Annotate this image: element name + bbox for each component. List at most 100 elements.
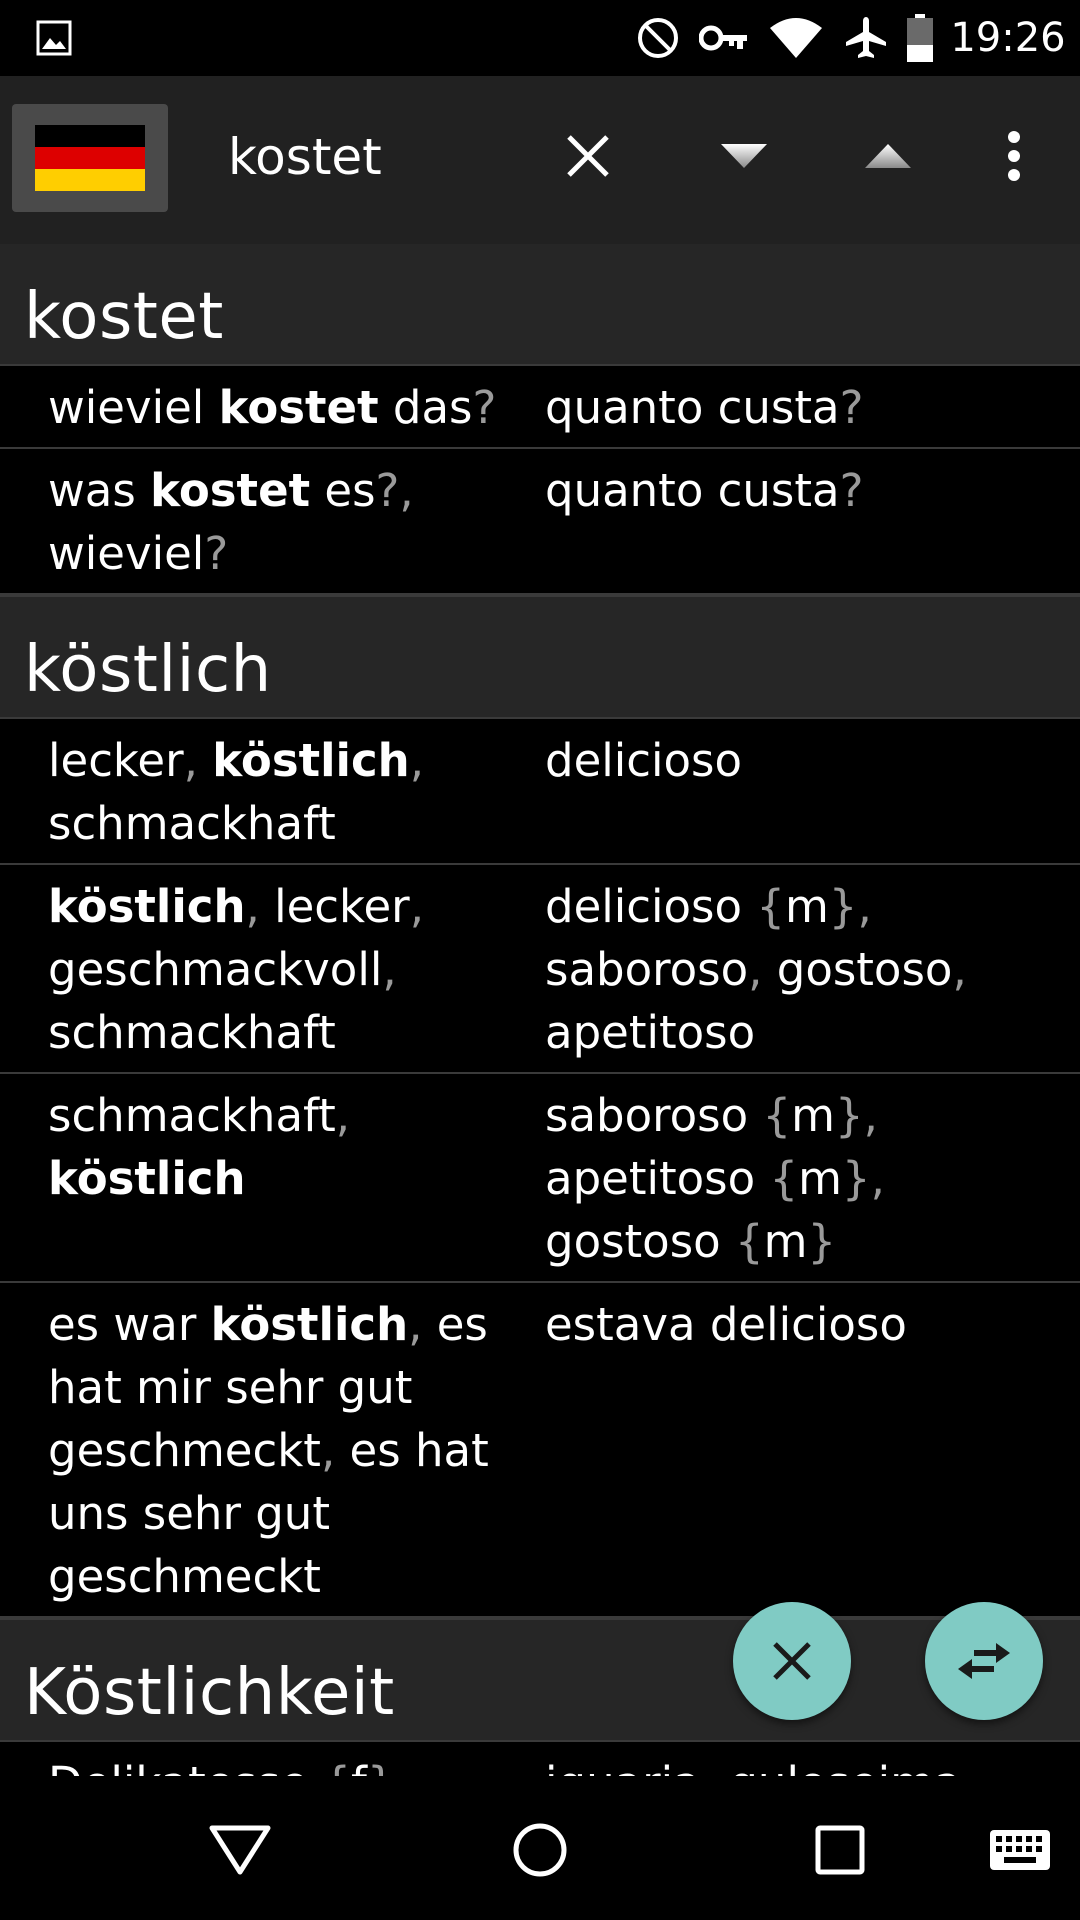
text-segment: { [762,1089,792,1142]
entry-headword: Köstlichkeit [24,1656,395,1730]
text-segment: , [870,1152,885,1205]
home-button[interactable] [490,1800,590,1900]
airplane-icon [840,10,892,66]
entry-header[interactable]: köstlich [0,595,1080,719]
app-toolbar [0,76,1080,244]
text-segment: , [952,943,967,996]
translation-row[interactable]: Delikatesse {f},iguaria, guloseima [0,1742,1080,1776]
text-segment: ? [472,381,497,434]
text-segment: , [857,880,872,933]
text-segment: , [396,1757,410,1776]
text-segment: m [763,1215,808,1268]
clear-fab-button[interactable] [733,1602,851,1720]
more-vert-icon [1008,131,1020,181]
german-phrase: köstlich, lecker, geschmackvoll, schmack… [0,875,545,1064]
text-segment: saboroso [545,943,749,996]
portuguese-translation: delicioso {m}, saboroso, gostoso, apetit… [545,875,1080,1064]
arrow-down-icon [721,144,767,168]
text-segment: es war [48,1298,211,1351]
text-segment: } [834,1089,864,1142]
text-segment: quanto custa [545,464,840,517]
text-segment: wieviel [48,381,219,434]
entry-headword: kostet [24,280,224,354]
text-segment: gostoso [776,943,953,996]
text-segment: kostet [218,381,379,434]
text-segment: } [367,1757,396,1776]
text-segment: , [748,943,777,996]
translation-row[interactable]: köstlich, lecker, geschmackvoll, schmack… [0,865,1080,1074]
vpn-key-icon [696,10,752,66]
text-segment: köstlich [48,1152,246,1205]
portuguese-translation: quanto custa? [545,376,1080,439]
text-segment: was [48,464,151,517]
text-segment: saboroso [545,1089,763,1142]
previous-result-button[interactable] [838,106,938,206]
clear-search-button[interactable] [538,106,638,206]
translation-row[interactable]: es war köstlich, es hat mir sehr gut ges… [0,1283,1080,1618]
text-segment: estava delicioso [545,1298,907,1351]
flag-stripe-red [35,147,145,169]
swap-horiz-icon [958,1643,1010,1679]
text-segment: { [322,1757,351,1776]
text-segment: m [798,1152,842,1205]
text-segment: m [791,1089,835,1142]
translation-row[interactable]: was kostet es?, wieviel? quanto custa? [0,449,1080,595]
entry-headword: köstlich [24,633,272,707]
image-icon [30,10,78,66]
german-phrase: schmackhaft, köstlich [0,1084,545,1273]
text-segment: , [335,1089,351,1142]
text-segment: { [756,880,785,933]
back-button[interactable] [190,1800,290,1900]
text-segment: gostoso [545,1215,721,1268]
text-segment: , [408,1298,437,1351]
germany-flag-icon [35,125,145,191]
next-result-button[interactable] [694,106,794,206]
text-segment: , [409,880,424,933]
text-segment: Delikatesse [48,1757,322,1776]
text-segment: , [701,1757,730,1776]
translation-row[interactable]: schmackhaft, köstlich saboroso {m}, apeti… [0,1074,1080,1283]
text-segment: ? [839,464,864,517]
text-segment: ?, [375,464,414,517]
search-input[interactable] [228,122,528,192]
text-segment: { [735,1215,764,1268]
swap-languages-fab-button[interactable] [925,1602,1043,1720]
translation-row[interactable]: wieviel kostet das? quanto custa? [0,366,1080,449]
recents-button[interactable] [790,1800,890,1900]
text-segment: , [320,1424,350,1477]
text-segment: } [807,1215,837,1268]
text-segment: geschmackvoll [48,943,383,996]
text-segment: , [183,734,213,787]
portuguese-translation: estava delicioso [545,1293,1080,1608]
text-segment: } [828,880,858,933]
do-not-disturb-icon [632,10,684,66]
text-segment: apetitoso [545,1006,756,1059]
text-segment: lecker [48,734,184,787]
status-bar: 19:26 [0,0,1080,76]
text-segment: köstlich [212,734,410,787]
keyboard-button[interactable] [970,1800,1070,1900]
portuguese-translation: quanto custa? [545,459,1080,585]
back-icon [209,1825,271,1875]
flag-stripe-black [35,125,145,147]
text-segment: m [784,880,829,933]
results-list[interactable]: kostet wieviel kostet das? quanto custa? wa… [0,244,1080,1776]
entry-header[interactable]: kostet [0,244,1080,366]
text-segment: , [245,880,275,933]
close-icon [773,1642,811,1680]
wifi-icon [766,10,826,66]
language-flag-button[interactable] [12,104,168,212]
text-segment: , [409,734,424,787]
text-segment: guloseima [729,1757,961,1776]
navigation-bar [0,1776,1080,1920]
overflow-menu-button[interactable] [964,106,1064,206]
portuguese-translation: iguaria, guloseima [545,1752,1080,1776]
german-phrase: wieviel kostet das? [0,376,545,439]
translation-row[interactable]: lecker, köstlich, schmackhaft delicioso [0,719,1080,865]
arrow-up-icon [865,144,911,168]
entry-header[interactable]: Köstlichkeit [0,1618,1080,1742]
text-segment: delicioso [545,734,743,787]
text-segment: es [310,464,376,517]
text-segment: ? [839,381,864,434]
recents-icon [815,1825,865,1875]
